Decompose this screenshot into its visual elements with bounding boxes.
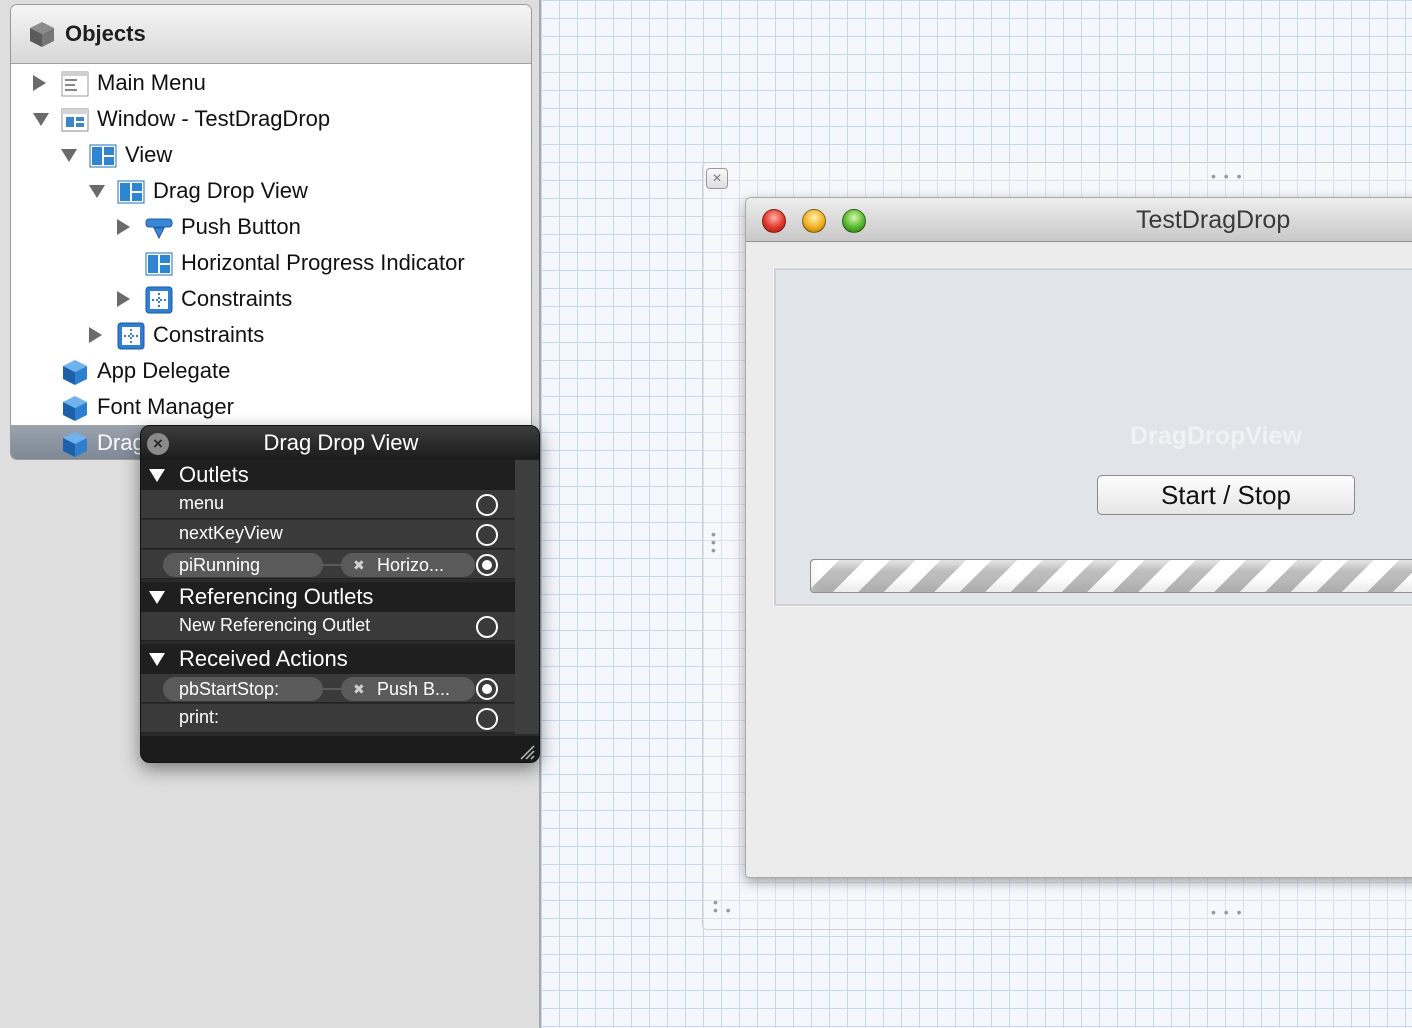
outlet-name: menu [179, 493, 225, 513]
referencing-outlet-row: New Referencing Outlet [141, 612, 515, 641]
interface-builder-canvas[interactable]: × • • • • • • • • • • • • TestDragDrop Drag… [541, 0, 1412, 1028]
outline-item-label: Drag [97, 430, 145, 455]
outline-item-constraints-inner[interactable]: Constraints [117, 281, 292, 317]
disclosure-triangle-right-icon[interactable] [117, 219, 131, 235]
disclosure-triangle-right-icon[interactable] [33, 75, 47, 91]
objects-header: Objects [11, 5, 531, 64]
resize-dots-icon: • • • [1211, 168, 1244, 184]
resize-grip-icon[interactable] [517, 742, 535, 760]
received-actions-section-header[interactable]: Received Actions [141, 644, 515, 674]
outlets-section-header[interactable]: Outlets [141, 460, 515, 490]
disclosure-triangle-down-icon[interactable] [61, 147, 77, 163]
hud-footer [141, 736, 539, 762]
resize-dots-icon: • • • [1211, 904, 1244, 920]
resize-dots-icon: • • • [711, 526, 718, 558]
section-label: Outlets [179, 462, 249, 487]
drag-drop-view[interactable]: DragDropView Start / Stop [773, 267, 1412, 607]
action-name: print: [179, 707, 220, 727]
outline-item-label: Constraints [153, 322, 265, 347]
disclosure-triangle-right-icon[interactable] [89, 327, 103, 343]
object-cube-icon [61, 394, 89, 421]
outlet-name: New Referencing Outlet [179, 615, 371, 635]
connection-target-pill[interactable]: ✖ Push B... [341, 677, 475, 701]
outline-item-window[interactable]: Window - TestDragDrop [33, 101, 330, 137]
menu-icon [61, 70, 89, 97]
section-label: Received Actions [179, 646, 348, 671]
resize-corner-dots-icon: • • • [713, 894, 733, 918]
disclosure-triangle-down-icon[interactable] [33, 111, 49, 127]
outlet-name: nextKeyView [179, 523, 283, 543]
disclosure-triangle-right-icon[interactable] [117, 291, 131, 307]
outline-item-view[interactable]: View [61, 137, 172, 173]
hud-close-icon[interactable]: × [147, 433, 169, 455]
disconnect-x-icon[interactable]: ✖ [353, 677, 365, 701]
connection-target-pill[interactable]: ✖ Horizo... [341, 553, 475, 577]
referencing-outlets-section-header[interactable]: Referencing Outlets [141, 582, 515, 612]
start-stop-button[interactable]: Start / Stop [1097, 475, 1355, 515]
connections-hud: Drag Drop View × Outlets menu nextKeyVie… [140, 425, 540, 763]
constraints-icon [145, 286, 173, 314]
connection-circle-icon[interactable] [476, 616, 498, 638]
zoom-button[interactable] [842, 209, 866, 233]
disconnect-x-icon[interactable]: ✖ [353, 553, 365, 577]
outline-item-app-delegate[interactable]: App Delegate [61, 353, 230, 389]
disclosure-triangle-down-icon[interactable] [149, 652, 165, 666]
outline-item-label: Drag Drop View [153, 178, 308, 203]
horizontal-progress-indicator[interactable] [810, 559, 1412, 593]
outline-item-label: Horizontal Progress Indicator [181, 250, 465, 275]
outline-item-label: Font Manager [97, 394, 234, 419]
close-button[interactable] [762, 209, 786, 233]
connection-circle-icon[interactable] [476, 494, 498, 516]
app-window[interactable]: TestDragDrop DragDropView Start / Stop [745, 197, 1412, 878]
action-row-print: print: [141, 704, 515, 733]
app-window-title: TestDragDrop [1136, 206, 1291, 234]
disclosure-triangle-down-icon[interactable] [149, 590, 165, 604]
app-window-titlebar[interactable]: TestDragDrop [746, 198, 1412, 242]
objects-panel: Objects Main Menu Window - TestDragDrop … [10, 4, 532, 460]
outline-item-push-button[interactable]: Push Button [117, 209, 301, 245]
outline-item-constraints-outer[interactable]: Constraints [89, 317, 264, 353]
minimize-button[interactable] [802, 209, 826, 233]
disclosure-triangle-down-icon[interactable] [89, 183, 105, 199]
outline-item-label: Window - TestDragDrop [97, 106, 331, 131]
connected-circle-icon[interactable] [476, 554, 498, 576]
outline-item-label: View [125, 142, 173, 167]
outline-item-drag-drop-view[interactable]: Drag Drop View [89, 173, 308, 209]
view-icon [117, 178, 145, 204]
view-icon [145, 250, 173, 276]
outline-item-label: Push Button [181, 214, 301, 239]
action-row-pbstartstop: pbStartStop: ✖ Push B... [141, 674, 515, 703]
hud-title: Drag Drop View [141, 426, 539, 460]
connection-circle-icon[interactable] [476, 708, 498, 730]
outline-item-main-menu[interactable]: Main Menu [33, 65, 206, 101]
outlet-name-pill: piRunning [163, 553, 323, 577]
object-cube-icon [61, 430, 89, 457]
constraints-icon [117, 322, 145, 350]
connection-circle-icon[interactable] [476, 524, 498, 546]
outlet-row-nextkeyview: nextKeyView [141, 520, 515, 549]
object-cube-icon [61, 358, 89, 385]
push-button-icon [145, 214, 173, 240]
outline-item-font-manager[interactable]: Font Manager [61, 389, 234, 425]
objects-title: Objects [65, 21, 146, 46]
outline-item-label: Constraints [181, 286, 293, 311]
connection-target-label: Horizo... [377, 555, 445, 575]
outlet-row-pirunning: piRunning ✖ Horizo... [141, 550, 515, 579]
hud-scrollbar[interactable] [515, 460, 539, 734]
window-icon [61, 106, 89, 132]
drag-drop-view-label: DragDropView [1130, 422, 1302, 450]
cube-icon [27, 19, 57, 49]
connected-circle-icon[interactable] [476, 678, 498, 700]
outline-item-horizontal-progress-indicator[interactable]: Horizontal Progress Indicator [145, 245, 465, 281]
scene-close-icon[interactable]: × [706, 168, 728, 189]
outline-item-label: App Delegate [97, 358, 231, 383]
disclosure-triangle-down-icon[interactable] [149, 468, 165, 482]
connection-target-label: Push B... [377, 679, 451, 699]
outline-item-label: Main Menu [97, 70, 206, 95]
section-label: Referencing Outlets [179, 584, 374, 609]
view-icon [89, 142, 117, 168]
action-name-pill: pbStartStop: [163, 677, 323, 701]
outlet-row-menu: menu [141, 490, 515, 519]
